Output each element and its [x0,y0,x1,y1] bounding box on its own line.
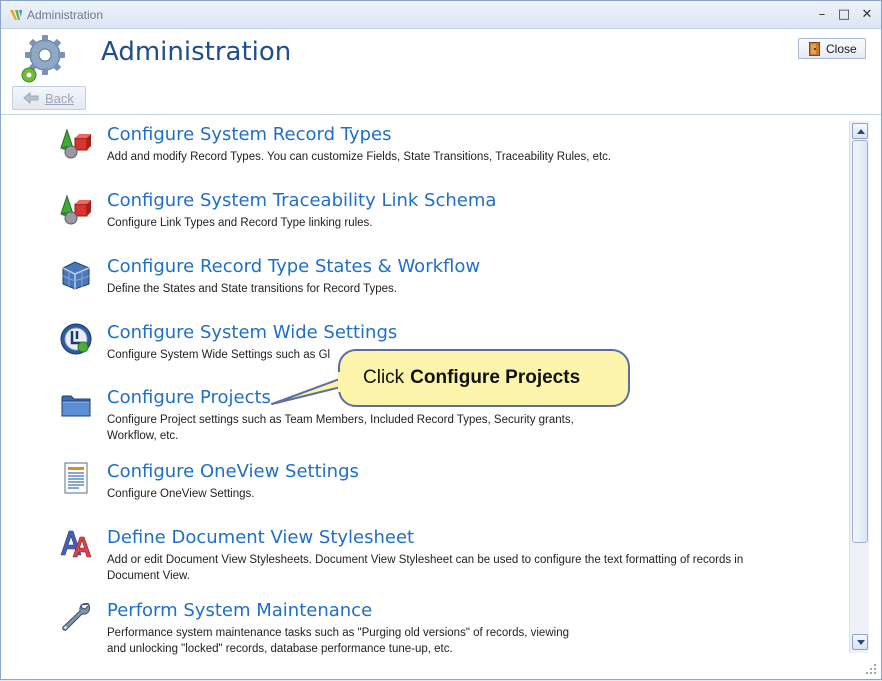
shapes-icon [60,194,91,225]
font-style-icon [60,530,92,558]
option-title[interactable]: Configure OneView Settings [107,461,359,482]
option-description: Performance system maintenance tasks suc… [107,627,569,655]
scroll-down-button[interactable] [852,634,868,650]
scroll-up-button[interactable] [852,123,868,139]
option-title[interactable]: Configure System Wide Settings [107,322,397,343]
app-logo-icon [10,10,22,20]
close-button-label: Close [826,41,857,56]
page-title: Administration [101,37,292,67]
resize-grip-icon[interactable] [865,663,877,675]
window-title: Administration [27,8,104,22]
maximize-button[interactable]: □ [835,6,853,24]
option-description: Configure Project settings such as Team … [107,414,574,442]
close-button[interactable]: Close [798,38,866,59]
folder-icon [61,395,91,417]
back-button[interactable]: Back [12,86,86,110]
shapes-icon [60,128,91,159]
option-description: Configure Link Types and Record Type lin… [107,217,373,229]
option-title[interactable]: Configure Record Type States & Workflow [107,256,480,277]
back-button-label: Back [45,90,74,106]
document-icon [64,462,88,494]
instruction-callout: Click Configure Projects [338,349,630,407]
option-description: Define the States and State transitions … [107,283,398,295]
back-arrow-icon [23,92,39,104]
callout-prefix: Click [363,367,405,388]
cubes-icon [62,261,90,290]
scroll-thumb[interactable] [852,140,868,543]
option-title[interactable]: Configure System Record Types [107,124,391,145]
minimize-button[interactable]: – [813,6,831,24]
window-close-button[interactable]: ✕ [858,6,876,24]
option-title[interactable]: Define Document View Stylesheet [107,527,414,548]
vertical-scrollbar[interactable] [849,121,869,653]
door-exit-icon [809,41,820,56]
administration-window: Administration – □ ✕ Administration Clos… [0,0,882,680]
page-header: Administration Close Back [1,29,881,115]
option-description: Configure OneView Settings. [107,488,255,500]
option-title[interactable]: Perform System Maintenance [107,600,372,621]
option-title[interactable]: Configure Projects [107,387,271,408]
option-description: Add and modify Record Types. You can cus… [107,151,612,163]
title-bar[interactable]: Administration – □ ✕ [1,1,881,29]
gear-icon [21,35,65,83]
option-title[interactable]: Configure System Traceability Link Schem… [107,190,496,211]
callout-target: Configure Projects [410,367,581,388]
wrench-icon [62,602,91,631]
settings-globe-icon [60,323,92,355]
option-description: Add or edit Document View Stylesheets. D… [107,554,744,582]
